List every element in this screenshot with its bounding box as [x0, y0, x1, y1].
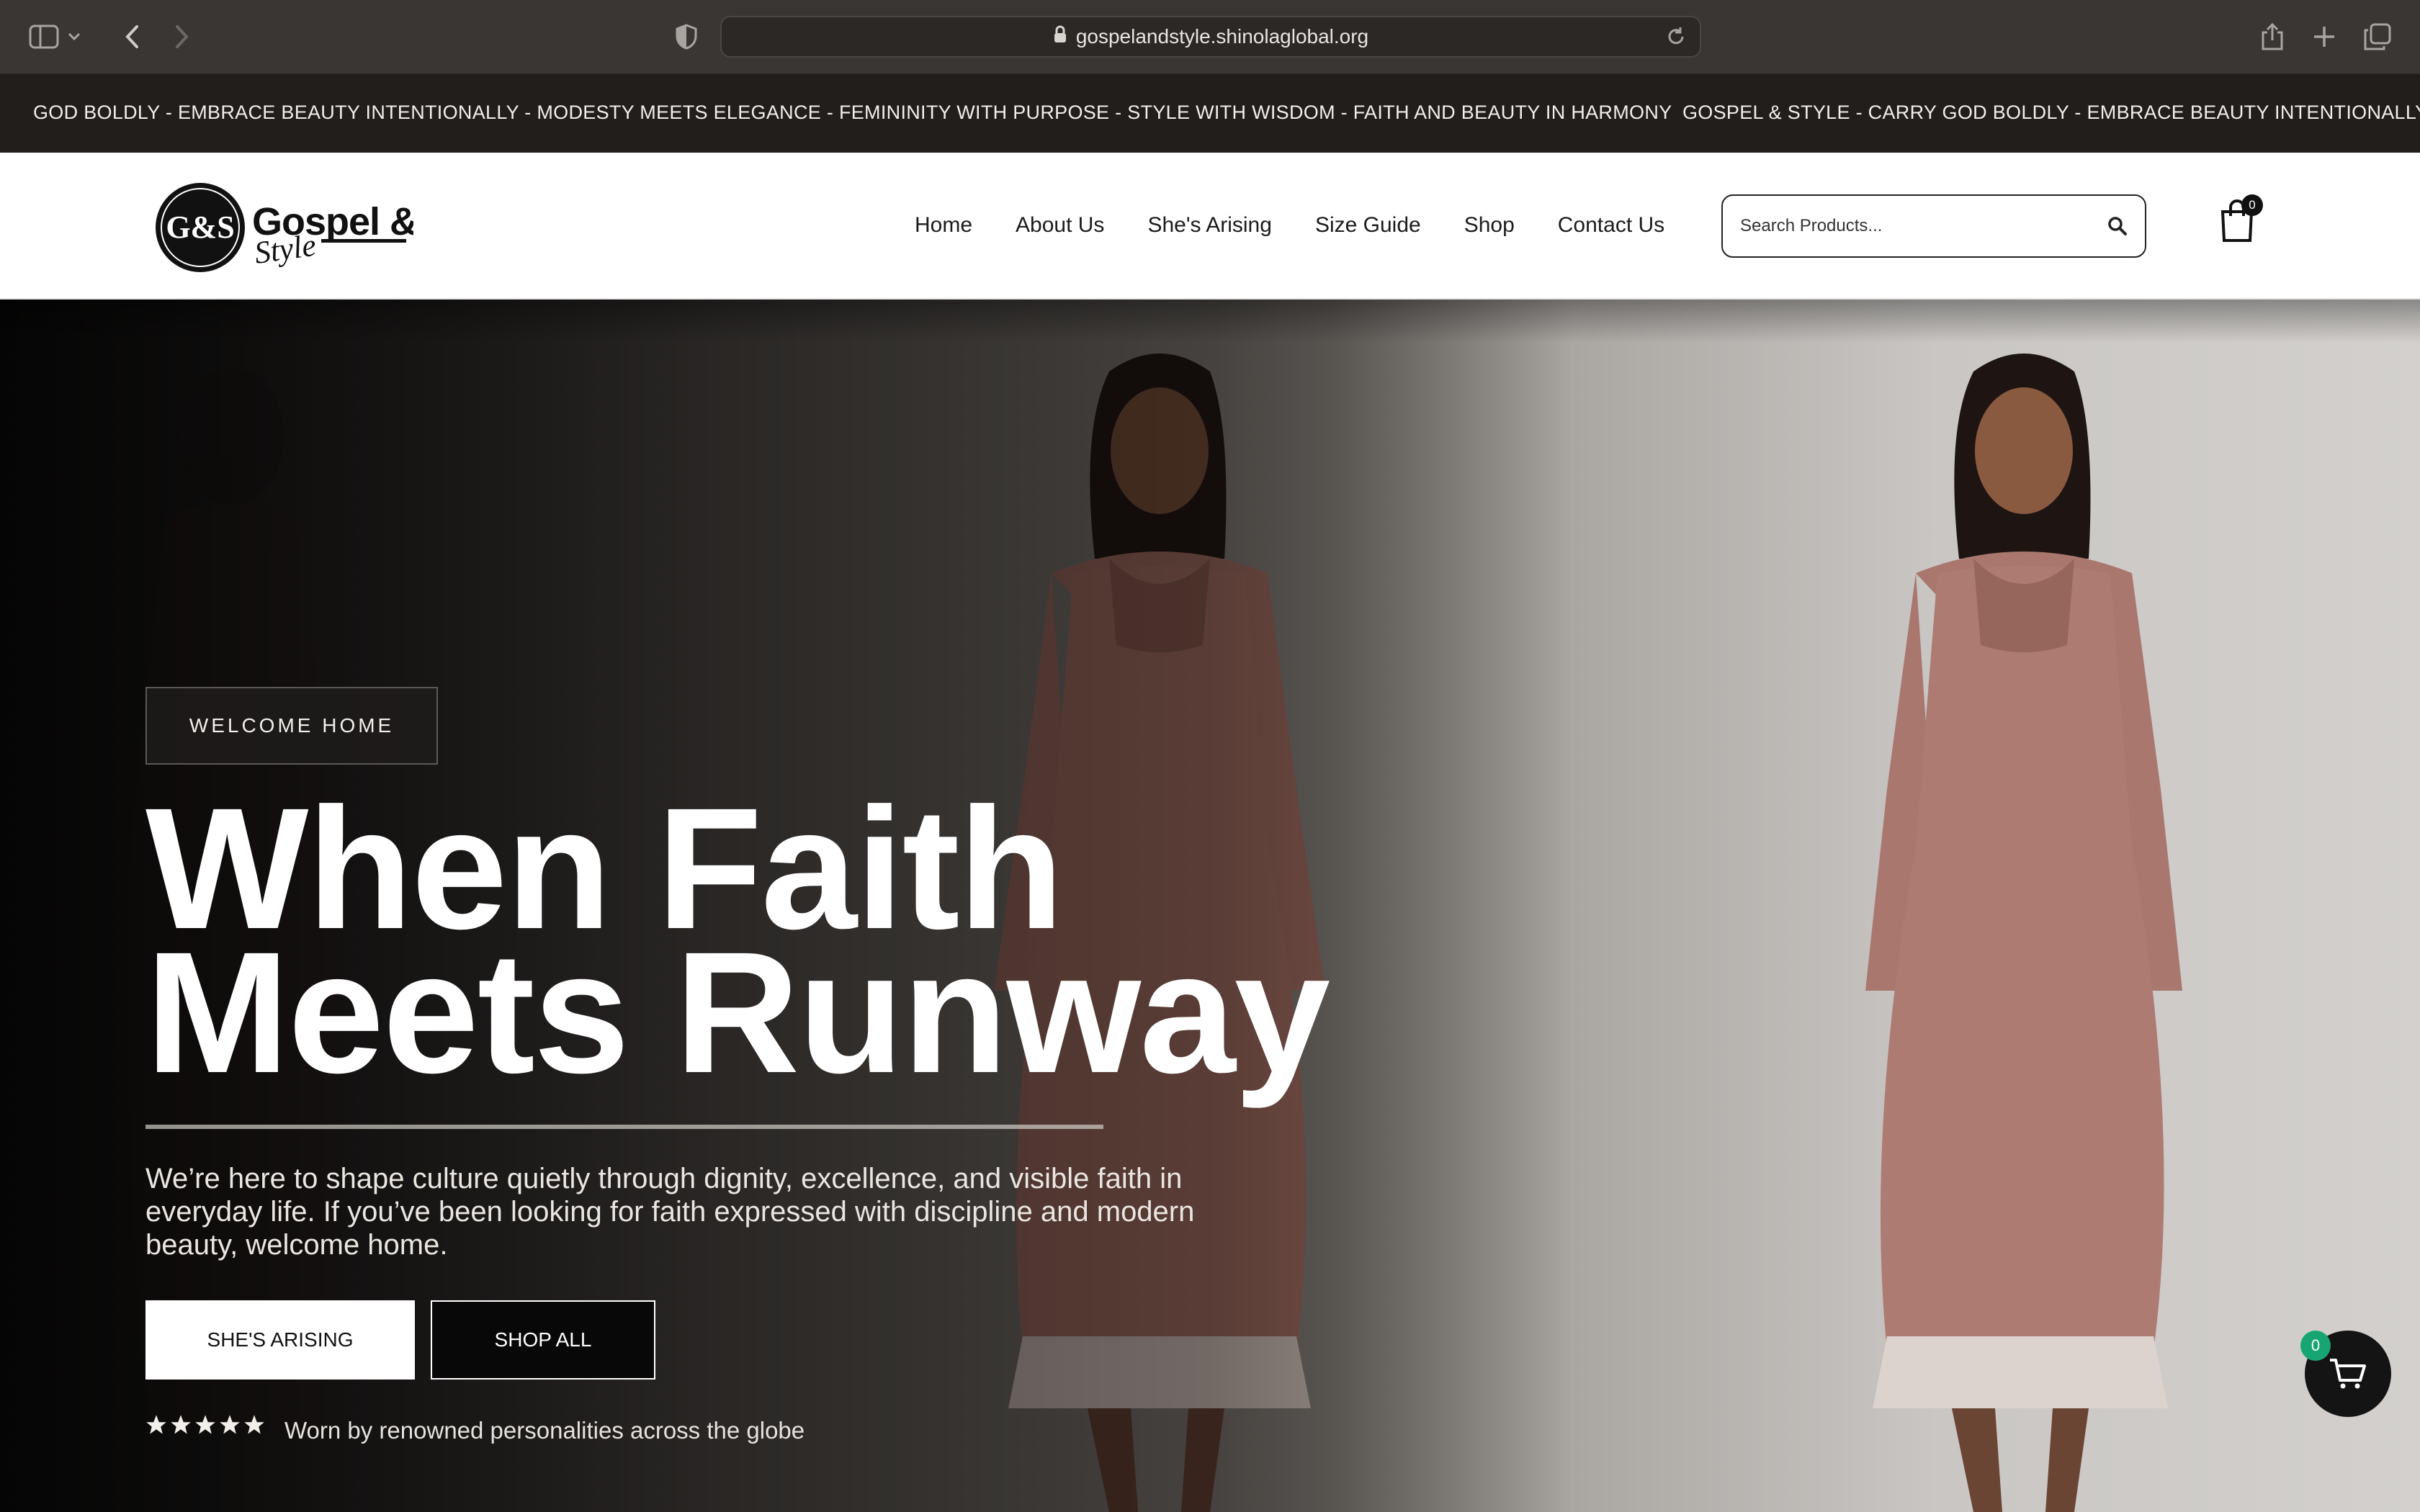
url-text: gospelandstyle.shinolaglobal.org: [1075, 25, 1369, 48]
share-icon[interactable]: [2254, 19, 2290, 55]
headline-line-2: Meets Runway: [145, 916, 1330, 1109]
brand-logo[interactable]: G&S Gospel & Style: [154, 179, 418, 276]
shes-arising-button[interactable]: SHE'S ARISING: [145, 1300, 415, 1380]
hero-description: We’re here to shape culture quietly thro…: [145, 1163, 1195, 1261]
new-tab-icon[interactable]: [2306, 19, 2342, 55]
nav-shop[interactable]: Shop: [1464, 213, 1515, 238]
cart-button[interactable]: 0: [2218, 194, 2263, 249]
rating-stars: [145, 1414, 265, 1436]
site-header: G&S Gospel & Style Home About Us She's A…: [0, 153, 2420, 300]
star-icon: [220, 1415, 240, 1434]
welcome-eyebrow: WELCOME HOME: [145, 687, 438, 765]
cart-count-badge: 0: [2241, 194, 2263, 216]
floating-cart-button[interactable]: 0: [2300, 1331, 2391, 1417]
announcement-marquee: GOD BOLDLY - EMBRACE BEAUTY INTENTIONALL…: [0, 74, 2420, 153]
search-icon[interactable]: [2107, 216, 2128, 240]
privacy-shield-icon[interactable]: [668, 19, 704, 55]
main-nav: Home About Us She's Arising Size Guide S…: [915, 213, 1664, 238]
browser-toolbar: gospelandstyle.shinolaglobal.org: [0, 0, 2420, 74]
shop-all-button[interactable]: SHOP ALL: [431, 1300, 655, 1380]
logo-monogram: G&S: [166, 210, 234, 245]
star-icon: [195, 1415, 215, 1434]
hero-headline: When Faith Meets Runway: [145, 782, 1330, 1109]
nav-contact-us[interactable]: Contact Us: [1558, 213, 1664, 238]
logo-script: Style: [252, 228, 318, 271]
nav-size-guide[interactable]: Size Guide: [1315, 213, 1421, 238]
nav-shes-arising[interactable]: She's Arising: [1147, 213, 1272, 238]
forward-icon[interactable]: [164, 19, 200, 55]
search-input[interactable]: [1739, 215, 2084, 237]
chevron-down-icon[interactable]: [63, 19, 85, 55]
nav-about-us[interactable]: About Us: [1016, 213, 1104, 238]
reload-icon[interactable]: [1665, 26, 1687, 53]
cart-icon: [2330, 1359, 2366, 1389]
tab-overview-icon[interactable]: [2360, 19, 2396, 55]
product-search: [1721, 194, 2146, 258]
sidebar-toggle-icon[interactable]: [26, 19, 62, 55]
lock-icon: [1053, 25, 1067, 49]
headline-divider: [145, 1125, 1103, 1129]
star-icon: [171, 1415, 191, 1434]
floating-cart-count-badge: 0: [2300, 1331, 2331, 1361]
address-bar[interactable]: gospelandstyle.shinolaglobal.org: [720, 16, 1701, 58]
back-icon[interactable]: [114, 19, 150, 55]
nav-home[interactable]: Home: [915, 213, 972, 238]
star-icon: [146, 1415, 166, 1434]
marquee-text: GOD BOLDLY - EMBRACE BEAUTY INTENTIONALL…: [33, 102, 1672, 123]
star-icon: [244, 1415, 264, 1434]
hero-section: WELCOME HOME When Faith Meets Runway We’…: [0, 300, 2420, 1512]
hero-top-shadow: [0, 300, 2420, 343]
marquee-text: GOSPEL & STYLE - CARRY GOD BOLDLY - EMBR…: [1682, 102, 2420, 123]
social-proof-text: Worn by renowned personalities across th…: [284, 1417, 805, 1444]
